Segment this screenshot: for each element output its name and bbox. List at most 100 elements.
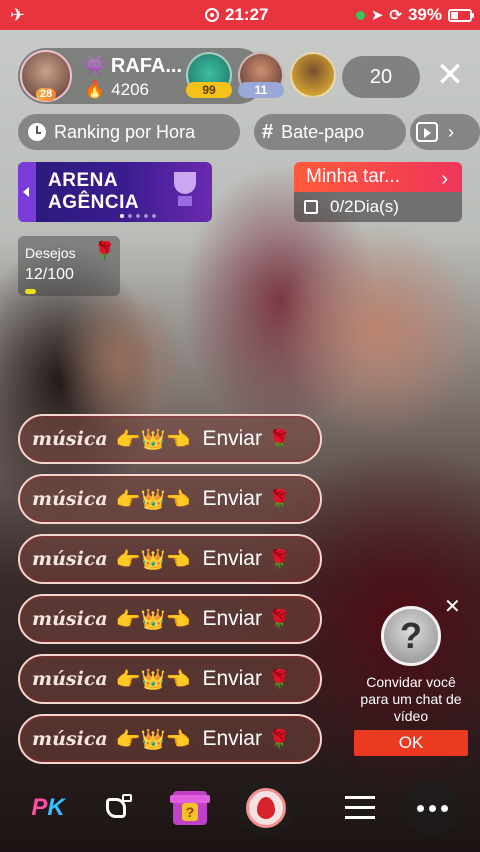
status-right: ➤ ⟳ 39% <box>355 5 474 25</box>
my-task-card[interactable]: Minha tar... › 0/2Dia(s) <box>294 162 462 222</box>
task-title: Minha tar... <box>306 166 400 187</box>
invite-text: Convidar você para um chat de vídeo <box>360 674 462 724</box>
wishes-progress-fill <box>25 289 36 294</box>
arena-line-2: AGÊNCIA <box>48 192 140 213</box>
message-emojis: 👉👑👈 <box>115 728 191 751</box>
viewer-badge-2: 11 <box>238 82 284 98</box>
menu-button[interactable] <box>330 778 390 838</box>
quick-message-bubble[interactable]: música 👉👑👈 Enviar 🌹 <box>18 414 322 464</box>
drop-button[interactable] <box>236 778 296 838</box>
wishes-count: 12/100 <box>25 266 74 283</box>
quick-message-bubble[interactable]: música 👉👑👈 Enviar 🌹 <box>18 714 322 764</box>
message-emojis: 👉👑👈 <box>115 548 191 571</box>
chevron-left-icon[interactable] <box>18 162 36 222</box>
ranking-label: Ranking por Hora <box>54 122 196 142</box>
rose-icon: 🌹 <box>267 608 291 629</box>
pk-k: K <box>47 794 65 821</box>
message-send-label: Enviar <box>202 487 262 510</box>
clock-icon <box>28 123 46 141</box>
message-emojis: 👉👑👈 <box>115 488 191 511</box>
drop-icon <box>246 788 286 828</box>
host-name-row: 👾 RAFA... <box>82 53 182 78</box>
close-icon[interactable]: ✕ <box>444 594 461 619</box>
host-name: RAFA... <box>110 55 183 77</box>
explore-chip[interactable]: › <box>410 114 480 150</box>
banner-pagination <box>120 214 156 218</box>
menu-icon <box>345 796 375 820</box>
chevron-right-icon: › <box>441 168 448 190</box>
message-word: música <box>32 428 108 450</box>
hashtag-icon: # <box>262 121 274 143</box>
invite-ok-button[interactable]: OK <box>354 730 468 756</box>
viewer-badge-1: 99 <box>186 82 232 98</box>
location-icon: ➤ <box>370 7 384 24</box>
video-chat-invite: ✕ ? Convidar você para um chat de vídeo … <box>354 592 468 756</box>
arena-line-1: ARENA <box>48 170 119 191</box>
invite-avatar: ? <box>381 606 441 666</box>
rose-icon: 🌹 <box>267 488 291 509</box>
status-bar: ✈ 21:27 ➤ ⟳ 39% <box>0 0 480 30</box>
message-send-label: Enviar <box>202 547 262 570</box>
quick-message-bubble[interactable]: música 👉👑👈 Enviar 🌹 <box>18 534 322 584</box>
host-score: 4206 <box>111 80 149 99</box>
chat-chip[interactable]: # Bate-papo <box>254 114 406 150</box>
quick-message-bubble[interactable]: música 👉👑👈 Enviar 🌹 <box>18 594 322 644</box>
mic-indicator-icon <box>355 10 365 20</box>
orientation-lock-icon: ⟳ <box>389 7 402 24</box>
message-send-label: Enviar <box>202 427 262 450</box>
rose-icon: 🌹 <box>94 241 116 260</box>
host-level-badge: 28 <box>36 88 57 101</box>
calendar-check-icon <box>304 200 318 214</box>
video-call-button[interactable] <box>90 778 150 838</box>
rose-icon: 🌹 <box>267 668 291 689</box>
message-word: música <box>32 548 108 570</box>
pk-p: P <box>31 794 48 821</box>
gift-button[interactable]: ? <box>160 778 220 838</box>
task-body: 0/2Dia(s) <box>294 192 462 222</box>
wishes-card[interactable]: Desejos 🌹 12/100 <box>18 236 120 296</box>
quick-message-bubble[interactable]: música 👉👑👈 Enviar 🌹 <box>18 474 322 524</box>
message-emojis: 👉👑👈 <box>115 668 191 691</box>
chat-label: Bate-papo <box>281 122 365 142</box>
bottom-toolbar: PK ? <box>0 776 480 840</box>
battery-fill <box>451 11 458 19</box>
airplane-icon: ✈ <box>10 5 26 25</box>
message-word: música <box>32 668 108 690</box>
wishes-progress-bar <box>25 289 113 294</box>
message-word: música <box>32 728 108 750</box>
status-time: 21:27 <box>225 5 269 24</box>
quick-message-bubble[interactable]: música 👉👑👈 Enviar 🌹 <box>18 654 322 704</box>
message-send-label: Enviar <box>202 727 262 750</box>
rose-icon: 🌹 <box>267 548 291 569</box>
more-dots-icon <box>416 804 448 812</box>
live-stream-screen: ✈ 21:27 ➤ ⟳ 39% 28 👾 RAFA... 🔥 4206 99 11 … <box>0 0 480 852</box>
task-header[interactable]: Minha tar... › <box>294 162 462 192</box>
drop-button-bg <box>238 780 294 836</box>
home-play-icon <box>416 122 438 142</box>
rose-icon: 🌹 <box>267 728 291 749</box>
flame-icon: 🔥 <box>84 80 106 99</box>
space-invader-icon: 👾 <box>82 55 107 77</box>
trophy-base <box>178 196 192 206</box>
ranking-chip[interactable]: Ranking por Hora <box>18 114 240 150</box>
message-send-label: Enviar <box>202 607 262 630</box>
close-button[interactable]: ✕ <box>432 58 468 94</box>
message-send-label: Enviar <box>202 667 262 690</box>
message-word: música <box>32 488 108 510</box>
battery-percent: 39% <box>407 5 442 24</box>
battery-icon <box>448 8 474 22</box>
pk-button[interactable]: PK <box>18 778 78 838</box>
gift-icon: ? <box>170 791 210 825</box>
gift-question-mark: ? <box>182 803 198 821</box>
video-call-icon <box>106 794 134 822</box>
arena-title: ARENA AGÊNCIA <box>48 170 139 214</box>
viewer-avatar-3[interactable] <box>290 52 336 98</box>
more-button[interactable] <box>402 778 462 838</box>
more-button-bg <box>404 780 460 836</box>
host-score-row: 🔥 4206 <box>84 80 149 100</box>
task-progress: 0/2Dia(s) <box>330 197 399 216</box>
arena-banner[interactable]: ARENA AGÊNCIA <box>18 162 212 222</box>
trophy-cup <box>174 172 196 194</box>
message-word: música <box>32 608 108 630</box>
viewer-count[interactable]: 20 <box>342 56 420 98</box>
